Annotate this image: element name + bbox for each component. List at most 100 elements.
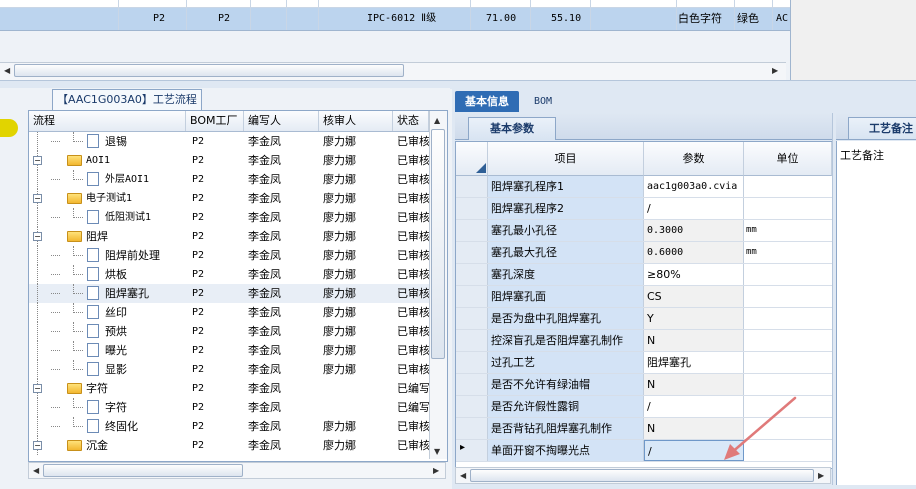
tree-row[interactable]: 字符 P2 李金凤 已编写	[29, 398, 429, 417]
tab-craft-remarks[interactable]: 工艺备注	[848, 117, 916, 139]
collapse-icon[interactable]: −	[33, 156, 42, 165]
param-value-field[interactable]: 0.6000	[644, 242, 744, 263]
scroll-thumb[interactable]	[431, 129, 445, 359]
param-value-field[interactable]: N	[644, 330, 744, 351]
scroll-right-icon[interactable]: ▶	[433, 466, 439, 475]
document-icon	[87, 210, 99, 224]
col-header-status[interactable]: 状态	[393, 111, 429, 131]
tree-row[interactable]: − 沉金 P2 李金凤 廖力娜 已审核	[29, 436, 429, 455]
tree-row[interactable]: 烘板 P2 李金凤 廖力娜 已审核	[29, 265, 429, 284]
param-row[interactable]: 控深盲孔是否阻焊塞孔制作 N	[456, 330, 832, 352]
param-row[interactable]: 塞孔最小孔径 0.3000 mm	[456, 220, 832, 242]
param-row[interactable]: 塞孔深度 ≥80%	[456, 264, 832, 286]
col-header-item[interactable]: 项目	[488, 142, 644, 176]
collapse-icon[interactable]: −	[33, 384, 42, 393]
param-unit: mm	[746, 247, 757, 257]
param-value-field[interactable]: Y	[644, 308, 744, 329]
top-cell-standard: IPC-6012 Ⅱ级	[367, 13, 437, 24]
tab-process-flow[interactable]: 【AAC1G003A0】工艺流程	[52, 89, 202, 110]
scroll-thumb[interactable]	[470, 469, 814, 482]
row-indicator[interactable]	[456, 330, 488, 351]
row-indicator[interactable]	[456, 308, 488, 329]
tree-cell-reviewer: 廖力娜	[323, 135, 356, 148]
tree-row[interactable]: 显影 P2 李金凤 廖力娜 已审核	[29, 360, 429, 379]
tree-row[interactable]: 阻焊塞孔 P2 李金凤 廖力娜 已审核	[29, 284, 429, 303]
tree-row[interactable]: − 字符 P2 李金凤 已编写	[29, 379, 429, 398]
craft-remarks-area[interactable]	[836, 141, 916, 485]
craft-remarks-label: 工艺备注	[840, 149, 884, 162]
tree-row[interactable]: 阻焊前处理 P2 李金凤 廖力娜 已审核	[29, 246, 429, 265]
tree-cell-bom: P2	[192, 155, 205, 166]
col-header-writer[interactable]: 编写人	[244, 111, 319, 131]
row-indicator[interactable]	[456, 264, 488, 285]
scroll-thumb[interactable]	[14, 64, 404, 77]
tree-cell-bom: P2	[192, 364, 205, 375]
row-indicator[interactable]	[456, 198, 488, 219]
scroll-right-icon[interactable]: ▶	[818, 471, 824, 480]
scroll-up-icon[interactable]: ▲	[434, 116, 440, 125]
tree-row[interactable]: − 电子测试1 P2 李金凤 廖力娜 已审核	[29, 189, 429, 208]
scroll-down-icon[interactable]: ▼	[434, 447, 440, 456]
param-value-field[interactable]: /	[644, 198, 744, 219]
yellow-indicator-icon[interactable]	[0, 119, 18, 137]
row-indicator[interactable]	[456, 220, 488, 241]
row-indicator[interactable]	[456, 396, 488, 417]
param-row[interactable]: 塞孔最大孔径 0.6000 mm	[456, 242, 832, 264]
tree-node-label: 阻焊前处理	[105, 249, 160, 262]
sub-tab-basic-params[interactable]: 基本参数	[468, 117, 556, 140]
tree-row[interactable]: − AOI1 P2 李金凤 廖力娜 已审核	[29, 151, 429, 170]
param-value-field[interactable]: CS	[644, 286, 744, 307]
parameter-horizontal-scrollbar[interactable]: ◀ ▶	[455, 467, 831, 484]
row-indicator[interactable]: ▸	[456, 440, 488, 461]
tree-row[interactable]: 曝光 P2 李金凤 廖力娜 已审核	[29, 341, 429, 360]
param-row[interactable]: 过孔工艺 阻焊塞孔	[456, 352, 832, 374]
tree-cell-writer: 李金凤	[248, 154, 281, 167]
param-value-field[interactable]: aac1g003a0.cvia	[644, 176, 744, 197]
col-header-reviewer[interactable]: 核审人	[319, 111, 393, 131]
tree-row[interactable]: 预烘 P2 李金凤 廖力娜 已审核	[29, 322, 429, 341]
tree-row[interactable]: − 阻焊 P2 李金凤 廖力娜 已审核	[29, 227, 429, 246]
param-unit	[744, 176, 832, 197]
param-item-label: 是否背钻孔阻焊塞孔制作	[488, 418, 644, 439]
top-horizontal-scrollbar[interactable]: ◀ ▶	[0, 62, 786, 81]
row-indicator[interactable]	[456, 352, 488, 373]
row-indicator[interactable]	[456, 286, 488, 307]
tab-basic-info[interactable]: 基本信息	[455, 91, 519, 112]
scroll-thumb[interactable]	[43, 464, 243, 477]
tree-row[interactable]: 外层AOI1 P2 李金凤 廖力娜 已审核	[29, 170, 429, 189]
tree-row[interactable]: 丝印 P2 李金凤 廖力娜 已审核	[29, 303, 429, 322]
col-header-process[interactable]: 流程	[29, 111, 186, 131]
col-header-unit[interactable]: 单位	[744, 142, 832, 176]
collapse-icon[interactable]: −	[33, 194, 42, 203]
tree-cell-writer: 李金凤	[248, 325, 281, 338]
param-value-field[interactable]: 阻焊塞孔	[644, 352, 744, 373]
tree-horizontal-scrollbar[interactable]: ◀ ▶	[28, 462, 446, 479]
param-row[interactable]: 是否为盘中孔阻焊塞孔 Y	[456, 308, 832, 330]
param-unit	[744, 198, 832, 219]
top-cell-value1: 71.00	[486, 13, 517, 24]
param-row[interactable]: 阻焊塞孔面 CS	[456, 286, 832, 308]
tree-row[interactable]: 低阻测试1 P2 李金凤 廖力娜 已审核	[29, 208, 429, 227]
row-indicator[interactable]	[456, 418, 488, 439]
tree-row[interactable]: 退锡 P2 李金凤 廖力娜 已审核	[29, 132, 429, 151]
tree-cell-writer: 李金凤	[248, 287, 281, 300]
tab-bom[interactable]: BOM	[523, 91, 563, 112]
scroll-right-icon[interactable]: ▶	[772, 66, 778, 75]
scroll-left-icon[interactable]: ◀	[4, 66, 10, 75]
param-row[interactable]: 阻焊塞孔程序1 aac1g003a0.cvia	[456, 176, 832, 198]
row-indicator[interactable]	[456, 242, 488, 263]
collapse-icon[interactable]: −	[33, 232, 42, 241]
param-row[interactable]: 阻焊塞孔程序2/	[456, 198, 832, 220]
row-indicator[interactable]	[456, 176, 488, 197]
document-icon	[87, 267, 99, 281]
col-header-param[interactable]: 参数	[644, 142, 744, 176]
param-value-field[interactable]: ≥80%	[644, 264, 744, 285]
row-indicator[interactable]	[456, 374, 488, 395]
tree-vertical-scrollbar[interactable]: ▲ ▼	[429, 111, 447, 459]
tree-row[interactable]: 终固化 P2 李金凤 廖力娜 已审核	[29, 417, 429, 436]
param-value-field[interactable]: 0.3000	[644, 220, 744, 241]
collapse-icon[interactable]: −	[33, 441, 42, 450]
scroll-left-icon[interactable]: ◀	[460, 471, 466, 480]
col-header-bom[interactable]: BOM工厂	[186, 111, 244, 131]
scroll-left-icon[interactable]: ◀	[33, 466, 39, 475]
